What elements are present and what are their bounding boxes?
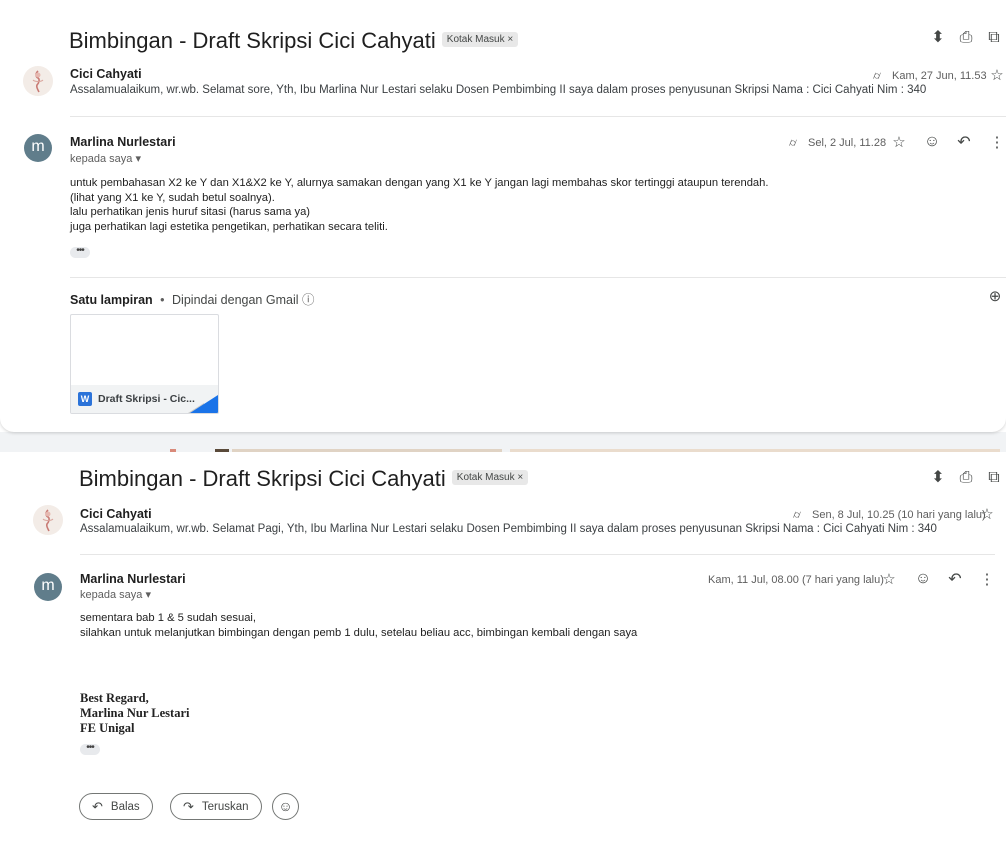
body-line: lalu perhatikan jenis huruf sitasi (haru… — [70, 206, 311, 218]
thread-panel-2: Bimbingan - Draft Skripsi Cici Cahyati Ko… — [0, 452, 1006, 857]
attachments-count: Satu lampiran — [70, 293, 153, 307]
separator-dot: • — [160, 293, 165, 307]
label-text: Kotak Masuk — [456, 471, 515, 483]
window-gap — [0, 432, 1006, 452]
message-sender[interactable]: Cici Cahyati — [70, 67, 142, 81]
chevron-down-icon[interactable]: ▾ — [135, 153, 141, 165]
avatar-marlina[interactable]: m — [24, 134, 52, 162]
more-options-icon[interactable]: ⋮ — [988, 134, 1006, 152]
open-new-window-icon[interactable]: ⧉ — [985, 29, 1003, 47]
avatar-marlina[interactable]: m — [34, 573, 62, 601]
label-close-icon[interactable]: × — [517, 472, 523, 483]
forward-button[interactable]: ↷ Teruskan — [170, 793, 262, 820]
signature: Best Regard, Marlina Nur Lestari FE Unig… — [80, 691, 189, 736]
emoji-reaction-button[interactable]: ☺ — [272, 793, 299, 820]
message-divider — [80, 554, 995, 555]
avatar-cici[interactable] — [23, 66, 53, 96]
message-date: Kam, 27 Jun, 11.53 — [892, 70, 987, 82]
message-snippet[interactable]: Assalamualaikum, wr.wb. Selamat Pagi, Yt… — [80, 523, 937, 535]
print-icon[interactable]: ⎙ — [957, 469, 975, 487]
recipient-line[interactable]: kepada saya ▾ — [80, 588, 151, 601]
message-divider — [70, 116, 1006, 117]
star-icon[interactable]: ☆ — [890, 134, 908, 152]
attachments-header: Satu lampiran • Dipindai dengan Gmail ⓘ — [70, 289, 315, 308]
emoji-icon[interactable]: ☺ — [923, 133, 941, 151]
message-sender[interactable]: Marlina Nurlestari — [80, 572, 186, 586]
thread-panel-1: Bimbingan - Draft Skripsi Cici Cahyati Ko… — [0, 0, 1006, 432]
recipient-line[interactable]: kepada saya ▾ — [70, 152, 141, 165]
star-icon[interactable]: ☆ — [978, 506, 996, 524]
body-line: silahkan untuk melanjutkan bimbingan den… — [80, 626, 638, 639]
forward-icon: ↷ — [183, 798, 194, 814]
emoji-icon[interactable]: ☺ — [914, 570, 932, 588]
more-options-icon[interactable]: ⋮ — [978, 571, 996, 589]
thread-subject: Bimbingan - Draft Skripsi Cici Cahyati Ko… — [79, 466, 529, 492]
open-new-window-icon[interactable]: ⧉ — [985, 469, 1003, 487]
label-close-icon[interactable]: × — [507, 34, 513, 45]
message-body: untuk pembahasan X2 ke Y dan X1&X2 ke Y,… — [70, 176, 768, 234]
reply-label: Balas — [110, 800, 140, 813]
forward-label: Teruskan — [201, 800, 249, 813]
signature-line: FE Unigal — [80, 721, 135, 735]
info-icon[interactable]: ⓘ — [302, 293, 315, 307]
body-line: juga perhatikan lagi estetika pengetikan… — [70, 220, 388, 233]
attachment-indicator-icon: ⌭ — [793, 509, 801, 521]
page-fold-corner — [190, 395, 218, 413]
signature-line: Marlina Nur Lestari — [80, 706, 190, 720]
add-to-drive-icon[interactable]: ⊕ — [986, 288, 1004, 306]
reply-icon[interactable]: ↶ — [955, 134, 973, 152]
show-trimmed-content-button[interactable]: ••• — [70, 246, 90, 258]
body-line: sementara bab 1 & 5 sudah sesuai, — [80, 612, 257, 624]
signature-line: Best Regard, — [80, 691, 149, 705]
label-chip-inbox[interactable]: Kotak Masuk × — [451, 469, 529, 485]
chevron-down-icon[interactable]: ▾ — [145, 589, 151, 601]
attachment-indicator-icon: ⌭ — [873, 70, 881, 82]
expand-all-icon[interactable]: ⬍ — [929, 469, 947, 487]
scanned-note: Dipindai dengan Gmail — [172, 293, 299, 307]
attachment-card[interactable]: W Draft Skripsi - Cic... — [70, 314, 219, 414]
reply-icon: ↶ — [92, 798, 103, 814]
star-icon[interactable]: ☆ — [880, 571, 898, 589]
message-date: Sel, 2 Jul, 11.28 — [808, 137, 887, 149]
label-chip-inbox[interactable]: Kotak Masuk × — [441, 31, 519, 47]
label-text: Kotak Masuk — [446, 33, 505, 45]
word-doc-icon: W — [78, 392, 92, 406]
message-body: sementara bab 1 & 5 sudah sesuai, silahk… — [80, 611, 637, 640]
body-line: (lihat yang X1 ke Y, sudah betul soalnya… — [70, 191, 275, 204]
print-icon[interactable]: ⎙ — [957, 29, 975, 47]
recipient-text: kepada saya — [70, 153, 133, 165]
reply-button[interactable]: ↶ Balas — [79, 793, 153, 820]
body-line: untuk pembahasan X2 ke Y dan X1&X2 ke Y,… — [70, 177, 769, 189]
recipient-text: kepada saya — [80, 589, 143, 601]
message-date: Kam, 11 Jul, 08.00 (7 hari yang lalu) — [708, 574, 884, 586]
avatar-photo-icon — [23, 66, 53, 96]
message-sender[interactable]: Cici Cahyati — [80, 507, 152, 521]
message-snippet[interactable]: Assalamualaikum, wr.wb. Selamat sore, Yt… — [70, 84, 926, 96]
reply-icon[interactable]: ↶ — [946, 571, 964, 589]
show-trimmed-content-button[interactable]: ••• — [80, 743, 100, 755]
message-sender[interactable]: Marlina Nurlestari — [70, 135, 176, 149]
message-date: Sen, 8 Jul, 10.25 (10 hari yang lalu) — [812, 509, 986, 521]
avatar-cici[interactable] — [33, 505, 63, 535]
attachment-footer: W Draft Skripsi - Cic... — [71, 385, 218, 413]
attachment-indicator-icon: ⌭ — [789, 137, 797, 149]
attachment-name: Draft Skripsi - Cic... — [98, 393, 195, 405]
subject-text: Bimbingan - Draft Skripsi Cici Cahyati — [69, 28, 436, 53]
star-icon[interactable]: ☆ — [988, 67, 1006, 85]
expand-all-icon[interactable]: ⬍ — [929, 29, 947, 47]
thread-subject: Bimbingan - Draft Skripsi Cici Cahyati Ko… — [69, 28, 519, 54]
attachment-divider — [70, 277, 1006, 278]
subject-text: Bimbingan - Draft Skripsi Cici Cahyati — [79, 466, 446, 491]
avatar-photo-icon — [33, 505, 63, 535]
